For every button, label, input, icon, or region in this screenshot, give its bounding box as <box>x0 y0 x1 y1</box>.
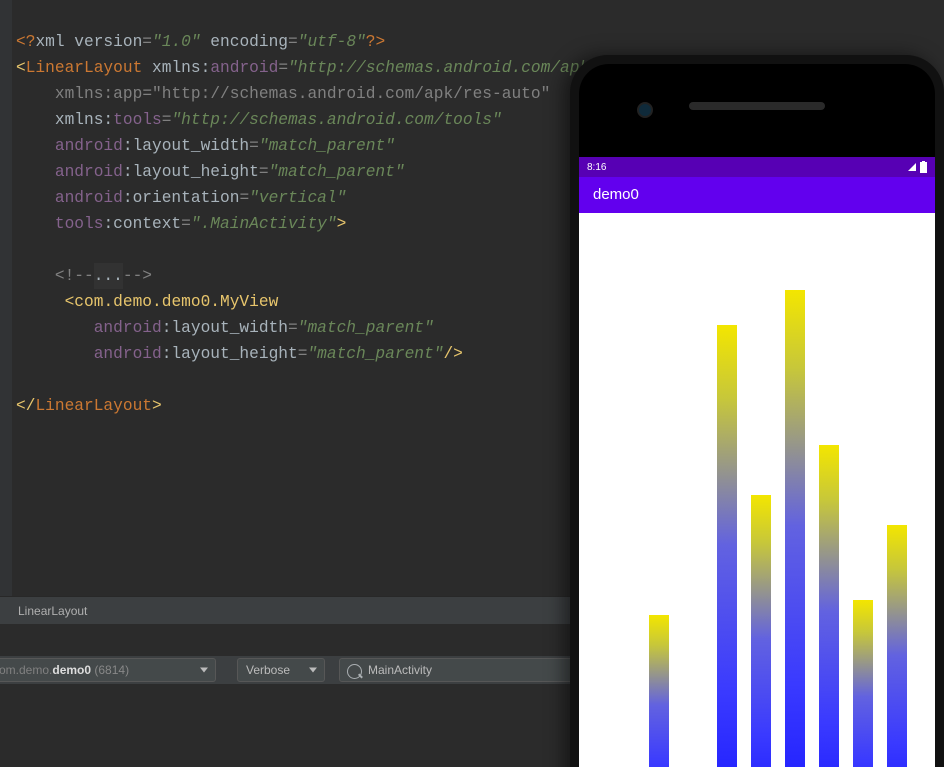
camera-icon <box>637 102 653 118</box>
t: android <box>55 163 123 181</box>
breadcrumb[interactable]: LinearLayout <box>18 604 87 618</box>
t: LinearLayout <box>35 397 152 415</box>
t: app <box>113 85 142 103</box>
t: demo0 <box>52 663 91 677</box>
t: android <box>55 137 123 155</box>
battery-icon <box>920 162 927 173</box>
t: ".MainActivity" <box>191 215 337 233</box>
bar <box>751 495 771 767</box>
t: "match_parent" <box>259 137 395 155</box>
t: (6814) <box>91 663 129 677</box>
t: om.demo. <box>0 663 52 677</box>
t: :layout_width <box>123 137 249 155</box>
chevron-down-icon <box>309 668 317 673</box>
t: xml version <box>35 33 142 51</box>
t: = <box>278 59 288 77</box>
t: < <box>65 293 75 311</box>
t: android <box>210 59 278 77</box>
t: "match_parent" <box>269 163 405 181</box>
device-screen[interactable]: 8:16 demo0 <box>579 157 935 767</box>
t: :orientation <box>123 189 240 207</box>
t: <!-- <box>55 267 94 285</box>
t: = <box>142 85 152 103</box>
bar <box>649 615 669 767</box>
t: android <box>94 319 162 337</box>
t: > <box>337 215 347 233</box>
t: = <box>288 319 298 337</box>
log-level-dropdown[interactable]: Verbose <box>237 658 325 682</box>
t: android <box>94 345 162 363</box>
status-bar: 8:16 <box>579 157 935 177</box>
chevron-down-icon <box>200 668 208 673</box>
folded-comment[interactable]: ... <box>94 267 123 285</box>
app-title: demo0 <box>593 186 639 203</box>
t: = <box>259 163 269 181</box>
gutter <box>0 0 12 596</box>
t: tools <box>55 215 104 233</box>
t: = <box>239 189 249 207</box>
bar <box>819 445 839 767</box>
t: LinearLayout <box>26 59 152 77</box>
t: = <box>181 215 191 233</box>
t: "match_parent" <box>298 319 434 337</box>
app-bar: demo0 <box>579 177 935 213</box>
t: xmlns: <box>152 59 210 77</box>
t: "match_parent" <box>307 345 443 363</box>
t: < <box>16 59 26 77</box>
signal-icon <box>908 163 916 171</box>
t: xmlns: <box>55 111 113 129</box>
t: "vertical" <box>249 189 346 207</box>
t: Verbose <box>246 663 290 677</box>
clock: 8:16 <box>587 162 606 173</box>
bar <box>717 325 737 767</box>
t: :context <box>103 215 181 233</box>
t: "utf-8" <box>298 33 366 51</box>
t: MainActivity <box>368 663 432 677</box>
t: :layout_height <box>123 163 259 181</box>
t: :layout_width <box>162 319 288 337</box>
t: com.demo.demo0.MyView <box>74 293 278 311</box>
t: </ <box>16 397 35 415</box>
search-icon <box>347 664 362 679</box>
speaker-icon <box>689 102 825 110</box>
t: "http://schemas.android.com/tools" <box>171 111 501 129</box>
t: = <box>249 137 259 155</box>
t: > <box>152 397 162 415</box>
t: encoding <box>201 33 288 51</box>
device-frame: 8:16 demo0 <box>570 55 944 767</box>
t: = <box>162 111 172 129</box>
bar <box>785 290 805 767</box>
t: --> <box>123 267 152 285</box>
device-bezel: 8:16 demo0 <box>579 64 935 767</box>
bar-chart <box>649 290 907 767</box>
t: "1.0" <box>152 33 201 51</box>
process-dropdown[interactable]: om.demo.demo0 (6814) <box>0 658 216 682</box>
t: /> <box>443 345 462 363</box>
xml-decl-open: <? <box>16 33 35 51</box>
t: tools <box>113 111 162 129</box>
bar <box>887 525 907 767</box>
t: android <box>55 189 123 207</box>
t: :layout_height <box>162 345 298 363</box>
t: ?> <box>366 33 385 51</box>
t: "http://schemas.android.com/apk/res-auto… <box>152 85 550 103</box>
t: = <box>142 33 152 51</box>
bar <box>853 600 873 767</box>
chart-area <box>579 213 935 767</box>
t: xmlns: <box>55 85 113 103</box>
t: = <box>288 33 298 51</box>
t: = <box>298 345 308 363</box>
